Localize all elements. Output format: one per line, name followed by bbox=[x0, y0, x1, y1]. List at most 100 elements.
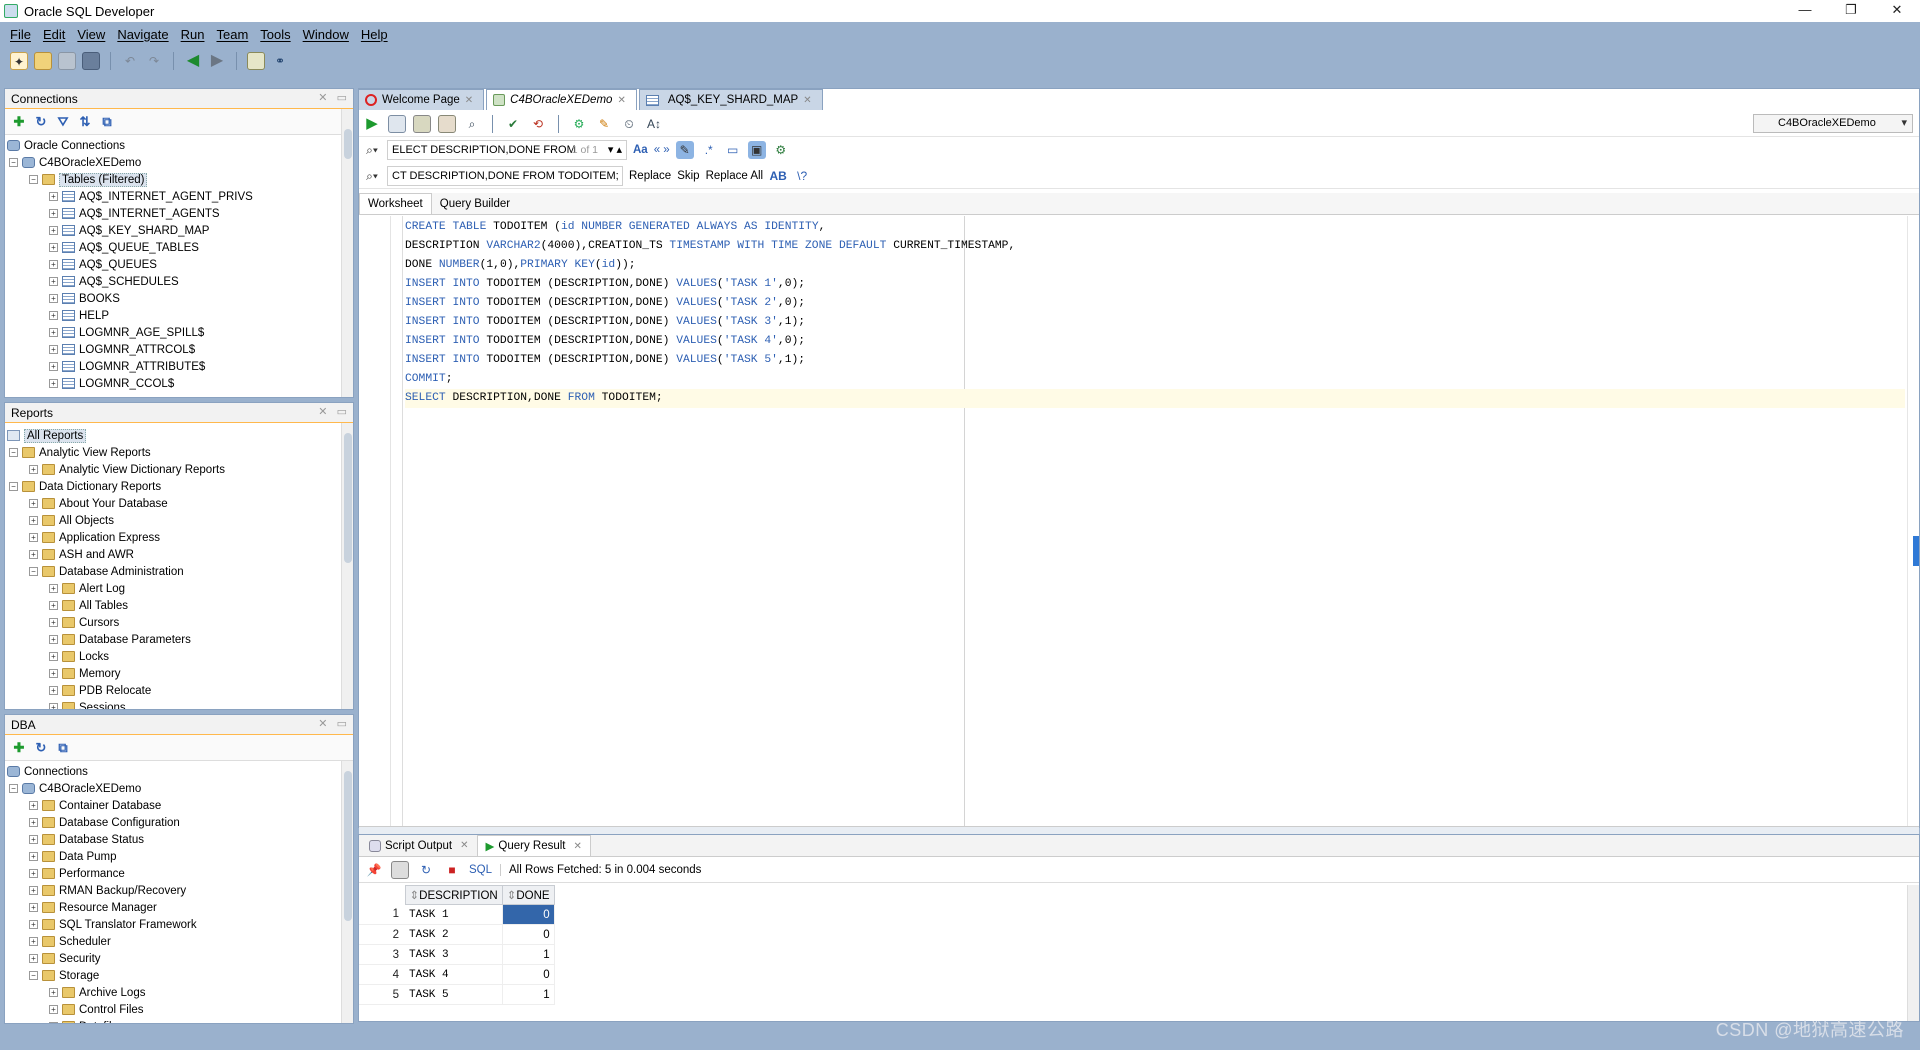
expand-toggle-icon[interactable]: + bbox=[29, 835, 38, 844]
explain-plan-icon[interactable] bbox=[438, 114, 456, 133]
sql-worksheet-icon[interactable] bbox=[247, 52, 265, 70]
tree-node[interactable]: + Container Database bbox=[5, 797, 353, 814]
expand-toggle-icon[interactable]: + bbox=[29, 533, 38, 542]
tree-node-tables[interactable]: − Tables (Filtered) bbox=[5, 171, 353, 188]
undo-icon[interactable]: ↶ bbox=[121, 52, 139, 70]
filter-icon[interactable]: ⛛ bbox=[55, 114, 71, 130]
selection-only-icon[interactable]: ▣ bbox=[747, 141, 766, 159]
tab-query-result[interactable]: ▶ Query Result ✕ bbox=[476, 835, 591, 856]
tree-node[interactable]: − Analytic View Reports bbox=[5, 444, 353, 461]
tree-node-table[interactable]: + BOOKS bbox=[5, 290, 353, 307]
tree-node-table[interactable]: + LOGMNR_CCOL$ bbox=[5, 375, 353, 392]
expand-toggle-icon[interactable]: + bbox=[49, 362, 58, 371]
replace-help-icon[interactable]: \? bbox=[793, 167, 811, 185]
tree-node-table[interactable]: + AQ$_INTERNET_AGENTS bbox=[5, 205, 353, 222]
sql-editor[interactable]: CREATE TABLE TODOITEM (id NUMBER GENERAT… bbox=[359, 216, 1919, 826]
connections-scrollbar[interactable] bbox=[341, 109, 353, 397]
whole-word-toggle[interactable]: « » bbox=[654, 144, 670, 156]
print-icon[interactable] bbox=[391, 860, 409, 879]
search-icon[interactable]: ⌕▾ bbox=[363, 167, 381, 185]
refresh-icon[interactable]: ↻ bbox=[33, 740, 49, 756]
collapse-toggle-icon[interactable]: − bbox=[9, 784, 18, 793]
cell-description[interactable]: TASK 3 bbox=[405, 944, 503, 965]
menu-window[interactable]: Window bbox=[303, 27, 349, 42]
menu-view[interactable]: View bbox=[77, 27, 105, 42]
collapse-toggle-icon[interactable]: − bbox=[9, 158, 18, 167]
tree-node[interactable]: + Database Configuration bbox=[5, 814, 353, 831]
expand-toggle-icon[interactable]: + bbox=[49, 192, 58, 201]
tree-node[interactable]: + Datafiles bbox=[5, 1018, 353, 1023]
tree-node[interactable]: + PDB Relocate bbox=[5, 682, 353, 699]
collapse-toggle-icon[interactable]: − bbox=[29, 567, 38, 576]
tree-node[interactable]: + All Objects bbox=[5, 512, 353, 529]
expand-toggle-icon[interactable]: + bbox=[49, 311, 58, 320]
forward-icon[interactable]: ▶ bbox=[208, 52, 226, 70]
expand-toggle-icon[interactable]: + bbox=[29, 516, 38, 525]
tree-node-table[interactable]: + AQ$_SCHEDULES bbox=[5, 273, 353, 290]
highlight-icon[interactable]: ✎ bbox=[675, 141, 694, 159]
preserve-case-icon[interactable]: AB bbox=[769, 167, 787, 185]
tab-welcome-page[interactable]: Welcome Page ✕ bbox=[358, 89, 485, 110]
tree-node-table[interactable]: + AQ$_INTERNET_AGENT_PRIVS bbox=[5, 188, 353, 205]
table-row[interactable]: 1 TASK 10 bbox=[359, 904, 555, 925]
tree-node[interactable]: + Database Status bbox=[5, 831, 353, 848]
cell-done[interactable]: 1 bbox=[502, 944, 555, 965]
expand-toggle-icon[interactable]: + bbox=[29, 886, 38, 895]
expand-toggle-icon[interactable]: + bbox=[49, 226, 58, 235]
expand-toggle-icon[interactable]: + bbox=[29, 903, 38, 912]
menu-edit[interactable]: Edit bbox=[43, 27, 65, 42]
wrap-icon[interactable]: ▭ bbox=[724, 141, 742, 159]
expand-toggle-icon[interactable]: + bbox=[49, 601, 58, 610]
expand-toggle-icon[interactable]: + bbox=[49, 652, 58, 661]
tree-node[interactable]: − Database Administration bbox=[5, 563, 353, 580]
redo-icon[interactable]: ↷ bbox=[145, 52, 163, 70]
skip-button[interactable]: Skip bbox=[677, 170, 699, 182]
save-all-icon[interactable] bbox=[82, 52, 100, 70]
expand-toggle-icon[interactable]: + bbox=[49, 277, 58, 286]
sql-tuning-icon[interactable]: ⌕ bbox=[463, 115, 481, 133]
expand-toggle-icon[interactable]: + bbox=[49, 618, 58, 627]
commit-icon[interactable]: ✔ bbox=[504, 115, 522, 133]
close-tab-icon[interactable]: ✕ bbox=[573, 841, 581, 852]
autotrace-icon[interactable] bbox=[413, 114, 431, 133]
column-header-done[interactable]: ⇕DONE bbox=[501, 885, 555, 905]
panel-close-icon[interactable]: ✕ ▭ bbox=[318, 91, 347, 104]
expand-toggle-icon[interactable]: + bbox=[49, 243, 58, 252]
close-tab-icon[interactable]: ✕ bbox=[803, 95, 811, 106]
expand-toggle-icon[interactable]: + bbox=[29, 954, 38, 963]
column-header-description[interactable]: ⇕DESCRIPTION bbox=[404, 885, 503, 905]
expand-toggle-icon[interactable]: + bbox=[49, 988, 58, 997]
tree-node-table[interactable]: + AQ$_QUEUE_TABLES bbox=[5, 239, 353, 256]
collapse-icon[interactable]: ⧉ bbox=[55, 740, 71, 756]
expand-toggle-icon[interactable]: + bbox=[49, 686, 58, 695]
expand-toggle-icon[interactable]: + bbox=[49, 584, 58, 593]
menu-tools[interactable]: Tools bbox=[260, 27, 290, 42]
format-icon[interactable]: A↕ bbox=[645, 115, 663, 133]
editor-results-splitter[interactable] bbox=[359, 826, 1919, 834]
match-case-toggle[interactable]: Aa bbox=[633, 144, 648, 156]
tab-worksheet[interactable]: Worksheet bbox=[359, 193, 432, 214]
tree-node[interactable]: + About Your Database bbox=[5, 495, 353, 512]
expand-toggle-icon[interactable]: + bbox=[49, 260, 58, 269]
collapse-toggle-icon[interactable]: − bbox=[29, 971, 38, 980]
tree-node[interactable]: + SQL Translator Framework bbox=[5, 916, 353, 933]
tree-node-all-reports[interactable]: All Reports bbox=[5, 427, 353, 444]
history-icon[interactable]: ⏲ bbox=[620, 115, 638, 133]
cell-done[interactable]: 1 bbox=[502, 984, 555, 1005]
tree-node[interactable]: + ASH and AWR bbox=[5, 546, 353, 563]
tree-node[interactable]: + All Tables bbox=[5, 597, 353, 614]
collapse-toggle-icon[interactable]: − bbox=[9, 482, 18, 491]
tree-node-connection[interactable]: − C4BOracleXEDemo bbox=[5, 154, 353, 171]
menu-help[interactable]: Help bbox=[361, 27, 388, 42]
expand-toggle-icon[interactable]: + bbox=[49, 328, 58, 337]
result-grid[interactable]: ⇕DESCRIPTION ⇕DONE 1 TASK 1 0 2 TASK 2 0 3 TASK… bbox=[359, 885, 555, 1005]
tree-node-connections[interactable]: Connections bbox=[5, 763, 353, 780]
panel-close-icon[interactable]: ✕ ▭ bbox=[318, 405, 347, 418]
tree-node[interactable]: − Data Dictionary Reports bbox=[5, 478, 353, 495]
save-icon[interactable] bbox=[58, 52, 76, 70]
add-connection-icon[interactable]: ✚ bbox=[11, 740, 27, 756]
table-row[interactable]: 2 TASK 20 bbox=[359, 924, 555, 945]
expand-toggle-icon[interactable]: + bbox=[49, 1005, 58, 1014]
clear-icon[interactable]: ✎ bbox=[595, 115, 613, 133]
collapse-toggle-icon[interactable]: − bbox=[29, 175, 38, 184]
